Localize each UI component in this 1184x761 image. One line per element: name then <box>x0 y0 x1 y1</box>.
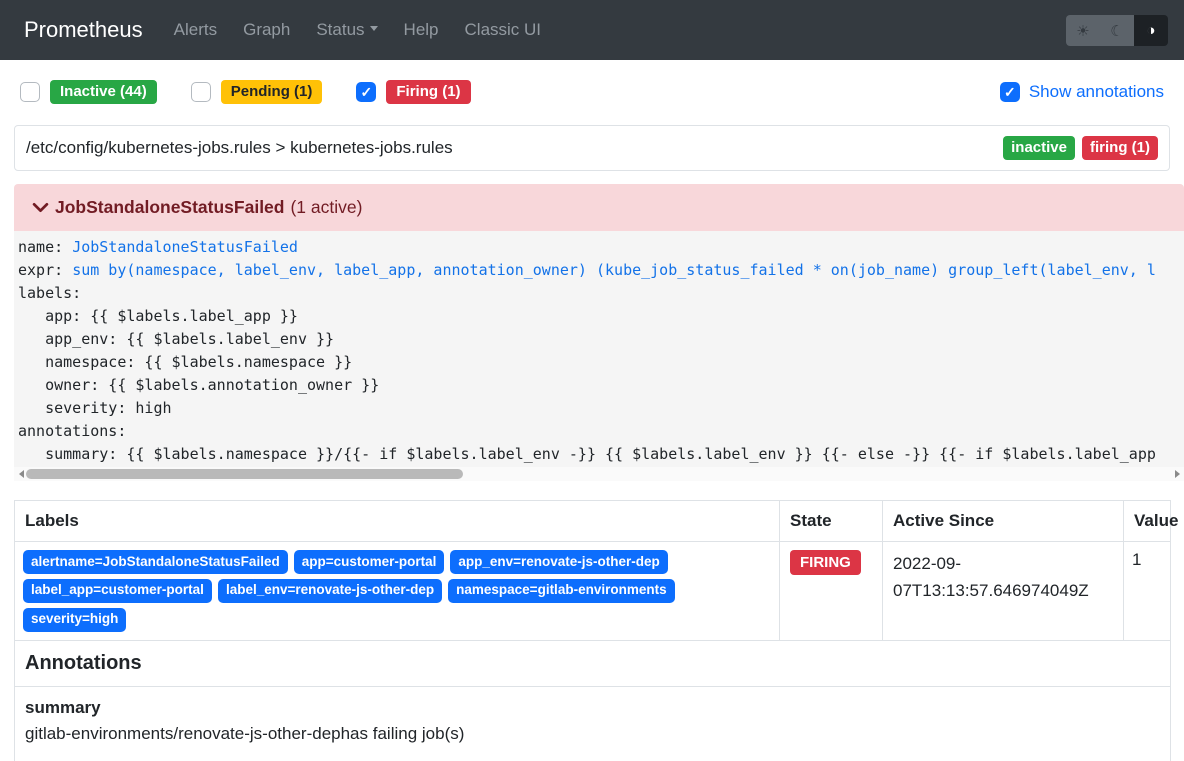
firing-filter-badge[interactable]: Firing (1) <box>386 80 470 105</box>
rule-line: namespace: {{ $labels.namespace }} <box>18 351 1184 374</box>
nav-item-status[interactable]: Status <box>303 12 390 48</box>
nav-item-help[interactable]: Help <box>391 12 452 48</box>
inactive-checkbox[interactable] <box>20 82 40 102</box>
rule-expr-link[interactable]: sum by(namespace, label_env, label_app, … <box>72 261 1156 279</box>
nav-links: Alerts Graph Status Help Classic UI <box>161 12 554 48</box>
labels-cell: alertname=JobStandaloneStatusFailed app=… <box>15 542 780 641</box>
rule-name-link[interactable]: JobStandaloneStatusFailed <box>72 238 298 256</box>
column-header-state: State <box>780 501 883 542</box>
rule-definition: name: JobStandaloneStatusFailed expr: su… <box>14 231 1184 467</box>
filters-bar: Inactive (44) Pending (1) Firing (1) Sho… <box>20 78 1164 106</box>
rule-line: name: JobStandaloneStatusFailed <box>18 236 1184 259</box>
scrollbar-thumb[interactable] <box>26 469 463 479</box>
label-badge: namespace=gitlab-environments <box>448 579 674 603</box>
inactive-filter-badge[interactable]: Inactive (44) <box>50 80 157 105</box>
label-badge: label_env=renovate-js-other-dep <box>218 579 442 603</box>
rule-group-title: /etc/config/kubernetes-jobs.rules > kube… <box>26 138 453 158</box>
label-badge: app_env=renovate-js-other-dep <box>450 550 667 574</box>
nav-item-graph[interactable]: Graph <box>230 12 303 48</box>
filter-pending[interactable]: Pending (1) <box>191 80 323 105</box>
alert-header[interactable]: JobStandaloneStatusFailed (1 active) <box>14 184 1184 231</box>
horizontal-scrollbar[interactable] <box>14 467 1184 481</box>
filter-firing[interactable]: Firing (1) <box>356 80 470 105</box>
label-badge: app=customer-portal <box>294 550 445 574</box>
firing-count-badge: firing (1) <box>1082 136 1158 161</box>
caret-down-icon <box>370 26 378 35</box>
theme-toggle-group: ☀ ☾ ◑ <box>1066 15 1168 46</box>
alert-name: JobStandaloneStatusFailed <box>55 197 284 218</box>
rule-line: labels: <box>18 282 1184 305</box>
brand-link[interactable]: Prometheus <box>24 17 143 43</box>
label-badge: label_app=customer-portal <box>23 579 212 603</box>
scroll-left-arrow-icon[interactable] <box>14 467 24 481</box>
alert-panel: JobStandaloneStatusFailed (1 active) nam… <box>14 184 1184 481</box>
show-annotations-checkbox[interactable] <box>1000 82 1020 102</box>
rule-key: expr: <box>18 261 72 279</box>
rule-line: expr: sum by(namespace, label_env, label… <box>18 259 1184 282</box>
navbar: Prometheus Alerts Graph Status Help Clas… <box>0 0 1184 60</box>
annotation-cell: summary gitlab-environments/renovate-js-… <box>15 686 1171 761</box>
nav-item-alerts[interactable]: Alerts <box>161 12 230 48</box>
rule-group-badges: inactive firing (1) <box>1003 136 1158 161</box>
light-theme-button[interactable]: ☀ <box>1066 15 1100 46</box>
inactive-count-badge: inactive <box>1003 136 1075 161</box>
nav-item-classic-ui[interactable]: Classic UI <box>452 12 555 48</box>
annotations-header-row: Annotations <box>15 640 1171 686</box>
rule-line: summary: {{ $labels.namespace }}/{{- if … <box>18 443 1184 466</box>
state-cell: FIRING <box>780 542 883 641</box>
nav-item-status-label: Status <box>316 20 364 39</box>
annotation-value: gitlab-environments/renovate-js-other-de… <box>25 721 1160 747</box>
chevron-down-icon <box>32 199 49 216</box>
rule-line: app_env: {{ $labels.label_env }} <box>18 328 1184 351</box>
annotations-title: Annotations <box>15 640 1171 686</box>
value-cell: 1 <box>1124 542 1171 641</box>
column-header-labels: Labels <box>15 501 780 542</box>
label-badge: severity=high <box>23 608 126 632</box>
scroll-right-arrow-icon[interactable] <box>1174 467 1184 481</box>
rule-key: name: <box>18 238 72 256</box>
annotation-key: summary <box>25 695 1160 721</box>
annotation-row: summary gitlab-environments/renovate-js-… <box>15 686 1171 761</box>
show-annotations-toggle[interactable]: Show annotations <box>1000 82 1164 102</box>
alerts-table: Labels State Active Since Value alertnam… <box>14 500 1171 761</box>
moon-icon: ☾ <box>1110 22 1123 40</box>
circle-half-icon: ◑ <box>1146 22 1155 39</box>
pending-filter-badge[interactable]: Pending (1) <box>221 80 323 105</box>
rule-line: owner: {{ $labels.annotation_owner }} <box>18 374 1184 397</box>
labels-badges: alertname=JobStandaloneStatusFailed app=… <box>23 550 771 632</box>
firing-state-badge: FIRING <box>790 550 861 575</box>
firing-checkbox[interactable] <box>356 82 376 102</box>
alert-instance-row: alertname=JobStandaloneStatusFailed app=… <box>15 542 1171 641</box>
auto-theme-button[interactable]: ◑ <box>1134 15 1168 46</box>
column-header-active-since: Active Since <box>883 501 1124 542</box>
show-annotations-label: Show annotations <box>1029 82 1164 102</box>
rule-line: app: {{ $labels.label_app }} <box>18 305 1184 328</box>
dark-theme-button[interactable]: ☾ <box>1100 15 1134 46</box>
label-badge: alertname=JobStandaloneStatusFailed <box>23 550 288 574</box>
rule-group-card: /etc/config/kubernetes-jobs.rules > kube… <box>14 125 1170 171</box>
filter-inactive[interactable]: Inactive (44) <box>20 80 157 105</box>
scrollbar-track[interactable] <box>24 467 1174 481</box>
rule-line: severity: high <box>18 397 1184 420</box>
sun-icon: ☀ <box>1076 22 1089 40</box>
column-header-value: Value <box>1124 501 1171 542</box>
active-since-cell: 2022-09-07T13:13:57.646974049Z <box>883 542 1124 641</box>
pending-checkbox[interactable] <box>191 82 211 102</box>
alert-active-count: (1 active) <box>290 197 362 218</box>
table-header-row: Labels State Active Since Value <box>15 501 1171 542</box>
rule-line: annotations: <box>18 420 1184 443</box>
